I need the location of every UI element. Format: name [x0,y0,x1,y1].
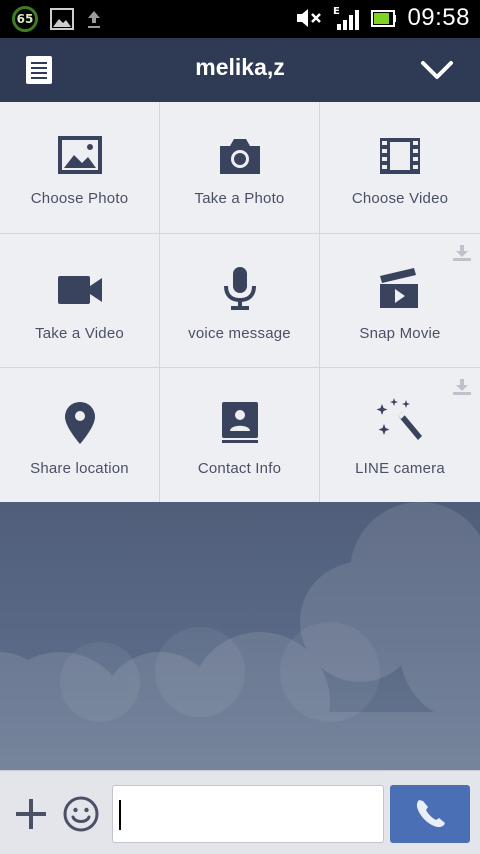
mute-icon [297,9,322,27]
image-icon [57,136,102,174]
attachment-grid: Choose Photo Take a Photo Choose Video T… [0,102,480,502]
download-icon [453,379,471,395]
battery-icon [371,10,397,27]
chat-background [0,502,480,770]
chat-title: melika,z [195,54,285,80]
plus-icon[interactable] [14,797,48,831]
line-camera-label: LINE camera [355,460,445,477]
clouds-image [0,502,480,770]
choose-photo-button[interactable]: Choose Photo [0,102,160,234]
take-video-button[interactable]: Take a Video [0,234,160,368]
status-bar: 65 E 09:58 [0,0,480,38]
share-location-button[interactable]: Share location [0,368,160,502]
chat-header: melika,z [0,38,480,102]
magic-wand-icon [376,398,422,440]
snap-movie-label: Snap Movie [359,325,441,342]
status-left: 65 [12,6,102,32]
call-button[interactable] [390,785,470,843]
status-right: E 09:58 [295,4,470,32]
voice-message-button[interactable]: voice message [160,234,320,368]
contact-info-button[interactable]: Contact Info [160,368,320,502]
contact-info-label: Contact Info [197,460,282,477]
svg-text:E: E [333,6,340,17]
gallery-notification-icon [50,8,74,30]
download-icon [453,245,471,261]
take-photo-label: Take a Photo [194,190,285,207]
battery-saver-badge: 65 [12,6,38,32]
voice-message-label: voice message [188,325,291,342]
line-camera-button[interactable]: LINE camera [320,368,480,502]
text-caret [119,800,121,830]
camera-icon [219,139,260,174]
take-video-label: Take a Video [35,325,124,342]
message-input[interactable] [112,785,384,843]
signal-icon: E [333,6,360,30]
choose-video-label: Choose Video [351,190,449,207]
snap-movie-button[interactable]: Snap Movie [320,234,480,368]
choose-video-button[interactable]: Choose Video [320,102,480,234]
status-time: 09:58 [407,4,470,31]
choose-photo-label: Choose Photo [30,190,129,207]
take-photo-button[interactable]: Take a Photo [160,102,320,234]
emoji-icon[interactable] [62,795,100,833]
chevron-down-icon[interactable] [420,56,454,84]
clapperboard-icon [380,268,418,308]
video-camera-icon [57,276,102,304]
film-icon [380,138,420,174]
location-pin-icon [64,402,95,444]
share-location-label: Share location [30,460,129,477]
contact-book-icon [221,402,258,443]
upload-notification-icon [88,11,100,28]
message-input-bar [0,770,480,854]
microphone-icon [223,267,256,310]
phone-icon [416,800,445,828]
